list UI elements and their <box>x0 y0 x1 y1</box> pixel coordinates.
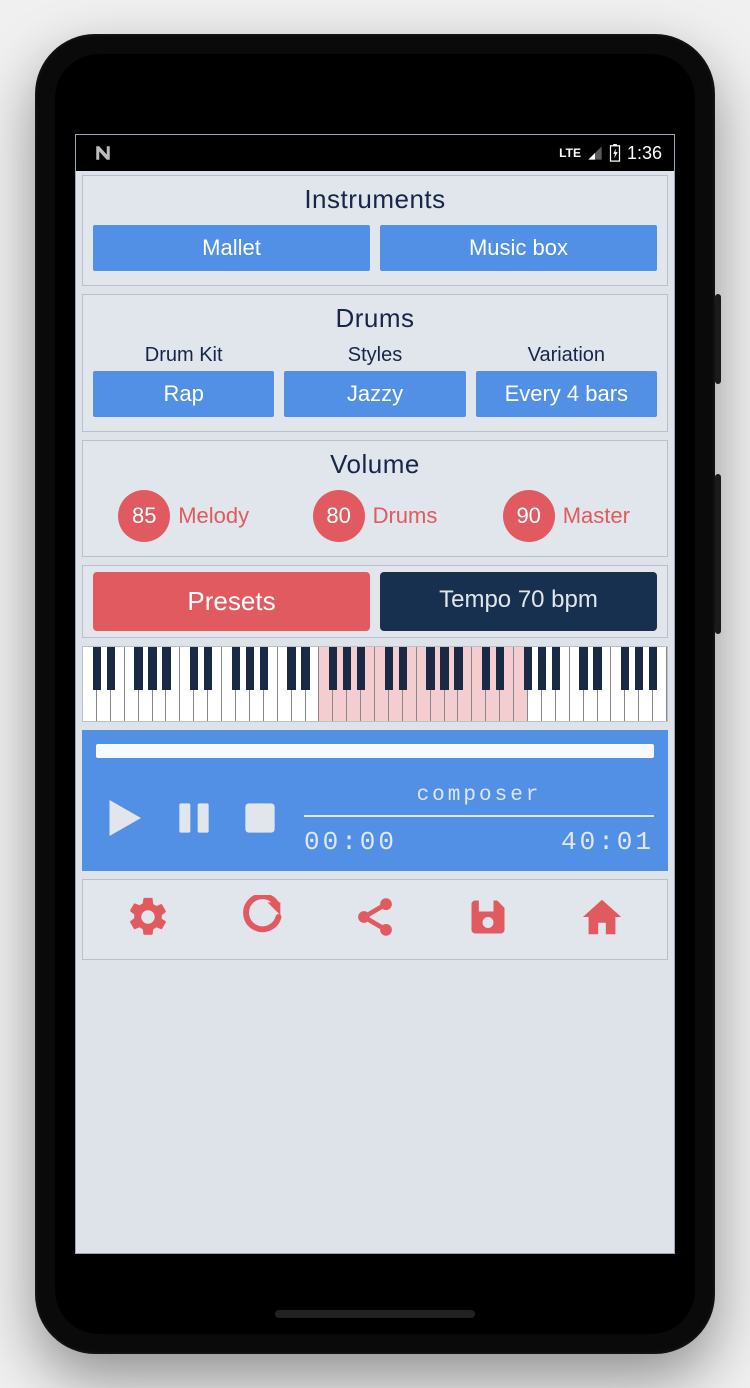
pause-icon[interactable] <box>172 796 216 845</box>
white-key[interactable] <box>208 647 222 721</box>
drum-variation-button[interactable]: Every 4 bars <box>476 371 657 417</box>
volume-section: Volume 85 Melody 80 Drums 90 Master <box>82 440 668 557</box>
white-key[interactable] <box>111 647 125 721</box>
white-key[interactable] <box>347 647 361 721</box>
clock: 1:36 <box>627 143 662 164</box>
track-info: composer 00:00 40:01 <box>304 784 654 857</box>
drum-styles-button[interactable]: Jazzy <box>284 371 465 417</box>
volume-drums-label: Drums <box>373 503 438 529</box>
white-key[interactable] <box>472 647 486 721</box>
white-key[interactable] <box>292 647 306 721</box>
volume-master[interactable]: 90 Master <box>476 490 657 542</box>
white-key[interactable] <box>250 647 264 721</box>
white-key[interactable] <box>417 647 431 721</box>
white-key[interactable] <box>625 647 639 721</box>
white-key[interactable] <box>556 647 570 721</box>
piano-keyboard[interactable] <box>82 646 668 722</box>
white-key[interactable] <box>500 647 514 721</box>
drum-styles-label: Styles <box>284 344 465 367</box>
white-key[interactable] <box>570 647 584 721</box>
track-name: composer <box>304 784 654 817</box>
white-key[interactable] <box>542 647 556 721</box>
white-key[interactable] <box>431 647 445 721</box>
volume-melody-label: Melody <box>178 503 249 529</box>
drum-kit-label: Drum Kit <box>93 344 274 367</box>
instruments-section: Instruments Mallet Music box <box>82 175 668 286</box>
android-n-icon <box>94 144 112 162</box>
drums-title: Drums <box>93 303 657 334</box>
white-key[interactable] <box>278 647 292 721</box>
instrument-left-button[interactable]: Mallet <box>93 225 370 271</box>
bottom-toolbar <box>82 879 668 960</box>
signal-icon <box>587 145 603 161</box>
home-icon[interactable] <box>579 894 625 945</box>
time-total: 40:01 <box>561 827 654 857</box>
screen: LTE 1:36 Instruments Mallet Music box <box>75 134 675 1254</box>
white-key[interactable] <box>403 647 417 721</box>
white-key[interactable] <box>153 647 167 721</box>
white-key[interactable] <box>306 647 320 721</box>
speaker-bottom <box>275 1310 475 1318</box>
white-key[interactable] <box>389 647 403 721</box>
volume-drums-value: 80 <box>313 490 365 542</box>
drum-variation-label: Variation <box>476 344 657 367</box>
white-key[interactable] <box>333 647 347 721</box>
white-key[interactable] <box>166 647 180 721</box>
refresh-icon[interactable] <box>240 895 284 944</box>
white-key[interactable] <box>83 647 97 721</box>
white-key[interactable] <box>598 647 612 721</box>
stop-icon[interactable] <box>238 796 282 845</box>
white-key[interactable] <box>514 647 528 721</box>
white-key[interactable] <box>264 647 278 721</box>
white-key[interactable] <box>194 647 208 721</box>
preset-tempo-row: Presets Tempo 70 bpm <box>82 565 668 638</box>
white-key[interactable] <box>361 647 375 721</box>
white-key[interactable] <box>180 647 194 721</box>
tempo-button[interactable]: Tempo 70 bpm <box>380 572 657 631</box>
play-icon[interactable] <box>96 791 150 850</box>
time-elapsed: 00:00 <box>304 827 397 857</box>
white-key[interactable] <box>445 647 459 721</box>
phone-frame: LTE 1:36 Instruments Mallet Music box <box>35 34 715 1354</box>
white-key[interactable] <box>653 647 667 721</box>
white-key[interactable] <box>486 647 500 721</box>
white-key[interactable] <box>528 647 542 721</box>
volume-rocker <box>715 474 721 634</box>
white-key[interactable] <box>375 647 389 721</box>
white-key[interactable] <box>97 647 111 721</box>
volume-master-value: 90 <box>503 490 555 542</box>
volume-drums[interactable]: 80 Drums <box>284 490 465 542</box>
player-panel: composer 00:00 40:01 <box>82 730 668 871</box>
presets-button[interactable]: Presets <box>93 572 370 631</box>
volume-melody[interactable]: 85 Melody <box>93 490 274 542</box>
white-key[interactable] <box>125 647 139 721</box>
progress-bar[interactable] <box>96 744 654 758</box>
white-key[interactable] <box>584 647 598 721</box>
drums-section: Drums Drum Kit Styles Variation Rap Jazz… <box>82 294 668 432</box>
status-bar: LTE 1:36 <box>76 135 674 171</box>
white-key[interactable] <box>611 647 625 721</box>
share-icon[interactable] <box>353 895 397 944</box>
white-key[interactable] <box>319 647 333 721</box>
volume-melody-value: 85 <box>118 490 170 542</box>
white-key[interactable] <box>236 647 250 721</box>
instruments-title: Instruments <box>93 184 657 215</box>
white-key[interactable] <box>458 647 472 721</box>
battery-icon <box>609 144 621 162</box>
save-icon[interactable] <box>466 895 510 944</box>
volume-master-label: Master <box>563 503 630 529</box>
network-label: LTE <box>559 146 581 160</box>
volume-title: Volume <box>93 449 657 480</box>
power-button <box>715 294 721 384</box>
white-key[interactable] <box>139 647 153 721</box>
settings-icon[interactable] <box>125 894 171 945</box>
instrument-right-button[interactable]: Music box <box>380 225 657 271</box>
white-key[interactable] <box>222 647 236 721</box>
drum-kit-button[interactable]: Rap <box>93 371 274 417</box>
white-key[interactable] <box>639 647 653 721</box>
